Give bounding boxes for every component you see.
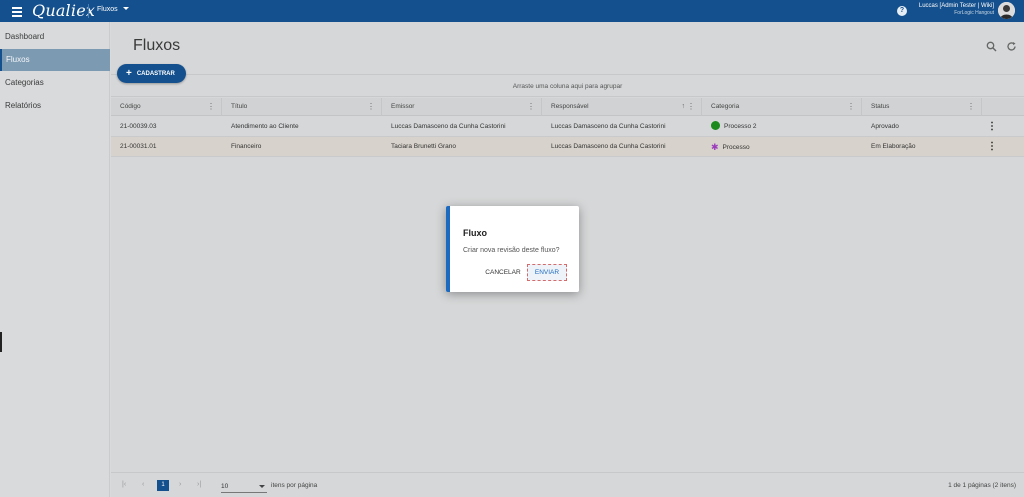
column-menu-icon[interactable]: ⋮: [847, 98, 855, 116]
module-selector[interactable]: Fluxos: [97, 6, 129, 13]
column-header-emissor[interactable]: Emissor ⋮: [382, 98, 542, 116]
chevron-down-icon: [259, 485, 265, 488]
page-size-select[interactable]: 10: [221, 480, 267, 493]
avatar[interactable]: [998, 2, 1015, 19]
cell-status: Em Elaboração: [871, 143, 916, 150]
group-by-panel[interactable]: Arraste uma coluna aqui para agrupar: [111, 74, 1024, 97]
column-menu-icon[interactable]: ⋮: [527, 98, 535, 116]
search-icon[interactable]: [985, 41, 997, 53]
next-page-icon[interactable]: ›: [179, 481, 181, 488]
dialog-message: Criar nova revisão deste fluxo?: [463, 247, 560, 254]
chevron-down-icon: [122, 7, 129, 10]
cell-codigo: 21-00039.03: [120, 123, 157, 130]
pager: |‹ ‹ 1 › ›| 10 itens por página 1 de 1 p…: [111, 472, 1024, 497]
column-header-codigo[interactable]: Código ⋮: [111, 98, 222, 116]
column-header-label: Título: [231, 103, 248, 110]
page-info: 1 de 1 páginas (2 itens): [948, 482, 1016, 489]
sidebar-item-categorias[interactable]: Categorias: [0, 72, 110, 94]
category-label: Processo: [722, 144, 750, 151]
column-menu-icon[interactable]: ⋮: [367, 98, 375, 116]
dialog-title: Fluxo: [463, 228, 487, 238]
column-header-label: Categoria: [711, 103, 740, 110]
add-button-label: CADASTRAR: [136, 71, 175, 77]
sidebar-item-fluxos[interactable]: Fluxos: [0, 49, 110, 71]
cell-responsavel: Luccas Damasceno da Cunha Castorini: [551, 123, 666, 130]
sidebar: Dashboard Fluxos Categorias Relatórios: [0, 22, 110, 497]
category-gear-icon: ✱: [711, 142, 719, 152]
grid-header: Código ⋮ Título ⋮ Emissor ⋮ Responsável ↑ ⋮ C…: [111, 98, 1024, 116]
page-number-current[interactable]: 1: [157, 480, 169, 491]
brand-logo[interactable]: Qualiex: [32, 1, 95, 20]
column-menu-icon[interactable]: ⋮: [207, 98, 215, 116]
row-actions-icon[interactable]: ⋮: [987, 117, 997, 137]
hamburger-menu-icon[interactable]: [9, 4, 25, 18]
sidebar-item-relatorios[interactable]: Relatórios: [0, 95, 110, 117]
cell-titulo: Financeiro: [231, 143, 262, 150]
page-size-label: itens por página: [271, 482, 318, 489]
column-header-label: Responsável: [551, 103, 589, 110]
column-header-label: Status: [871, 103, 890, 110]
user-name: Luccas [Admin Tester | Wiki]: [918, 3, 994, 9]
confirm-dialog: Fluxo Criar nova revisão deste fluxo? CA…: [446, 206, 579, 292]
cancel-button[interactable]: CANCELAR: [483, 265, 523, 280]
table-row[interactable]: 21-00039.03 Atendimento ao Cliente Lucca…: [111, 117, 1024, 137]
page-title: Fluxos: [133, 37, 181, 54]
send-button[interactable]: ENVIAR: [527, 264, 567, 281]
cell-titulo: Atendimento ao Cliente: [231, 123, 299, 130]
top-bar: Qualiex Fluxos ? Luccas [Admin Tester | …: [0, 0, 1024, 22]
table-row[interactable]: 21-00031.01 Financeiro Taciara Brunetti …: [111, 137, 1024, 157]
cell-emissor: Taciara Brunetti Grano: [391, 143, 457, 150]
column-header-label: Código: [120, 103, 141, 110]
column-menu-icon[interactable]: ⋮: [687, 98, 695, 116]
column-header-titulo[interactable]: Título ⋮: [222, 98, 382, 116]
category-circle-icon: [711, 121, 720, 130]
page-size-value: 10: [221, 483, 229, 490]
category-label: Processo 2: [724, 123, 757, 130]
add-button[interactable]: + CADASTRAR: [117, 64, 186, 83]
column-header-responsavel[interactable]: Responsável ↑ ⋮: [542, 98, 702, 116]
cell-status: Aprovado: [871, 123, 899, 130]
user-organization: ForLogic Hangout: [954, 10, 994, 16]
module-selector-label: Fluxos: [97, 6, 118, 13]
cell-codigo: 21-00031.01: [120, 143, 157, 150]
column-header-label: Emissor: [391, 103, 415, 110]
cell-responsavel: Luccas Damasceno da Cunha Castorini: [551, 143, 666, 150]
last-page-icon[interactable]: ›|: [197, 481, 201, 488]
refresh-icon[interactable]: [1005, 41, 1017, 53]
help-icon[interactable]: ?: [897, 6, 907, 16]
column-menu-icon[interactable]: ⋮: [967, 98, 975, 116]
prev-page-icon[interactable]: ‹: [142, 481, 144, 488]
sidebar-item-dashboard[interactable]: Dashboard: [0, 26, 110, 48]
user-info[interactable]: Luccas [Admin Tester | Wiki] ForLogic Ha…: [919, 3, 994, 16]
window-edge-mark: [0, 332, 2, 352]
cell-categoria: ✱ Processo: [702, 137, 750, 157]
row-actions-icon[interactable]: ⋮: [987, 137, 997, 157]
cell-categoria: Processo 2: [702, 117, 757, 137]
column-header-status[interactable]: Status ⋮: [862, 98, 982, 116]
divider: [88, 4, 89, 18]
plus-icon: +: [126, 68, 132, 79]
cell-emissor: Luccas Damasceno da Cunha Castorini: [391, 123, 506, 130]
first-page-icon[interactable]: |‹: [122, 481, 126, 488]
sort-arrow-icon[interactable]: ↑: [682, 98, 686, 116]
column-header-categoria[interactable]: Categoria ⋮: [702, 98, 862, 116]
